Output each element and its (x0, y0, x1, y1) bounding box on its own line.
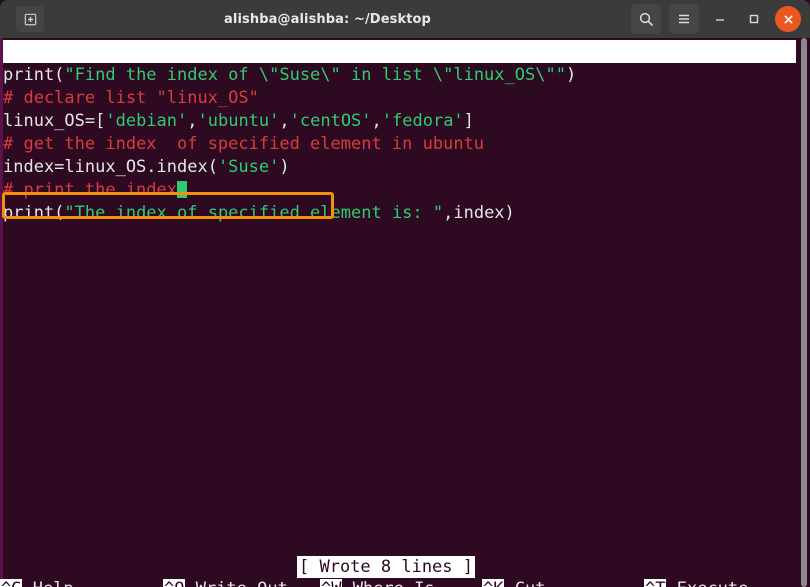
nano-shortcut-bar: ^G Help ^O Write Out ^W Where Is ^K Cut ^T E… (0, 578, 798, 587)
close-button[interactable] (775, 6, 801, 32)
code-token-string: 'ubuntu' (197, 111, 280, 131)
maximize-button[interactable] (741, 6, 767, 32)
code-token-plain: print( (3, 203, 65, 223)
shortcut-where-is[interactable]: ^W Where Is (320, 578, 435, 587)
new-tab-button[interactable] (16, 6, 44, 32)
search-button[interactable] (631, 4, 661, 34)
shortcut-label: Where Is (342, 579, 435, 587)
code-line: # get the index of specified element in … (3, 133, 793, 156)
minimize-button[interactable] (707, 6, 733, 32)
titlebar-right-zone (595, 4, 810, 34)
hamburger-menu-icon (679, 14, 689, 24)
code-line: # declare list "linux_OS" (3, 87, 793, 110)
shortcut-key: ^G (0, 579, 23, 587)
close-icon (784, 15, 792, 23)
code-token-string: "Find the index of \"Suse\" in list \"li… (64, 65, 566, 85)
shortcut-cut[interactable]: ^K Cut (482, 578, 545, 587)
code-token-plain: ,index) (443, 203, 515, 223)
terminal-window: alishba@alishba: ~/Desktop GNU nano 5.2 … (0, 0, 810, 587)
code-token-string: "The index of specified element is: " (64, 203, 444, 223)
search-icon (639, 12, 653, 26)
code-token-comment: # print the index (3, 180, 177, 200)
code-line: # print the index (3, 179, 793, 202)
code-line: linux_OS=['debian','ubuntu','centOS','fe… (3, 110, 793, 133)
window-titlebar: alishba@alishba: ~/Desktop (0, 0, 810, 38)
scrollbar-thumb[interactable] (801, 38, 807, 587)
code-line: print("The index of specified element is… (3, 202, 793, 225)
shortcut-key: ^K (482, 579, 505, 587)
shortcut-key: ^O (163, 579, 186, 587)
code-token-plain: ) (565, 65, 577, 85)
titlebar-left-zone (0, 6, 60, 32)
code-token-comment: # declare list "linux_OS" (3, 88, 259, 108)
code-token-plain: print( (3, 65, 65, 85)
shortcut-help[interactable]: ^G Help (0, 578, 74, 587)
shortcut-label: Help (22, 579, 74, 587)
new-tab-icon (24, 13, 36, 25)
code-line: print("Find the index of \"Suse\" in lis… (3, 64, 793, 87)
shortcut-row-1: ^G Help ^O Write Out ^W Where Is ^K Cut ^T E… (0, 578, 798, 587)
code-token-plain: , (187, 111, 198, 131)
window-title: alishba@alishba: ~/Desktop (224, 11, 431, 27)
text-cursor (177, 181, 187, 198)
code-token-string: 'centOS' (289, 111, 372, 131)
code-line: index=linux_OS.index('Suse') (3, 156, 793, 179)
maximize-icon (749, 14, 759, 24)
code-token-string: 'debian' (105, 111, 188, 131)
shortcut-execute[interactable]: ^T Execute (644, 578, 748, 587)
shortcut-key: ^W (320, 579, 343, 587)
code-token-string: 'Suse' (217, 157, 280, 177)
code-token-plain: linux_OS=[ (3, 111, 106, 131)
code-token-plain: index=linux_OS.index( (3, 157, 218, 177)
shortcut-write-out[interactable]: ^O Write Out (163, 578, 288, 587)
code-token-plain: , (371, 111, 382, 131)
code-token-plain: , (279, 111, 290, 131)
code-token-plain: ) (279, 157, 290, 177)
menu-button[interactable] (669, 4, 699, 34)
terminal-body[interactable]: GNU nano 5.2 python_file.py print("Find … (0, 38, 810, 587)
nano-text-area[interactable]: print("Find the index of \"Suse\" in lis… (3, 64, 793, 225)
minimize-icon (716, 19, 724, 21)
nano-status-message: [ Wrote 8 lines ] (297, 556, 475, 578)
code-token-string: 'fedora' (381, 111, 464, 131)
shortcut-label: Write Out (185, 579, 288, 587)
shortcut-label: Execute (666, 579, 749, 587)
code-token-plain: ] (463, 111, 474, 131)
nano-header-bar: GNU nano 5.2 python_file.py (3, 40, 796, 107)
shortcut-key: ^T (644, 579, 667, 587)
terminal-scrollbar[interactable] (799, 38, 810, 587)
shortcut-label: Cut (504, 579, 546, 587)
code-token-comment: # get the index of specified element in … (3, 134, 485, 154)
